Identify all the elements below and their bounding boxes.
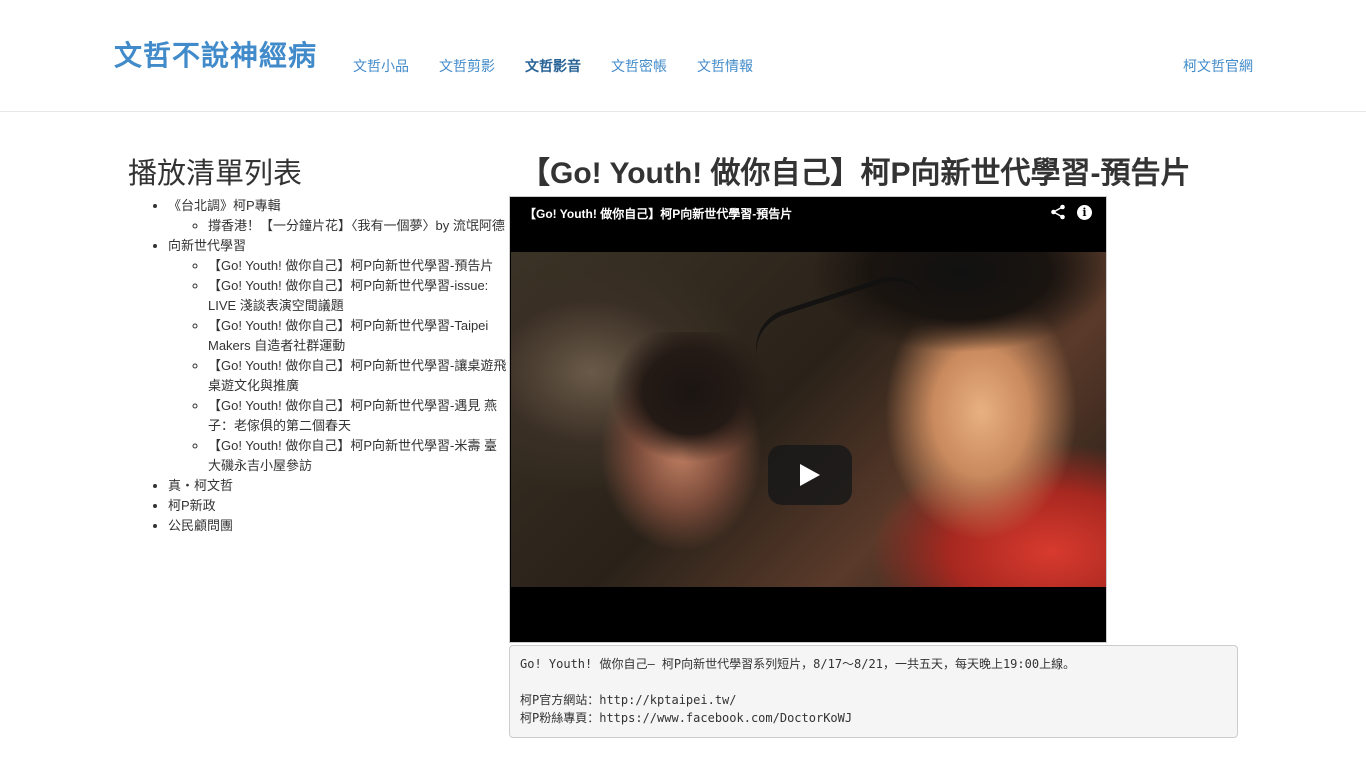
nav-link-photos[interactable]: 文哲剪影 [439, 56, 495, 76]
description-facebook-page[interactable]: 柯P粉絲專頁：https://www.facebook.com/DoctorKo… [520, 709, 1227, 727]
nav-link-accounts[interactable]: 文哲密帳 [611, 56, 667, 76]
playlist-group-link[interactable]: 柯P新政 [168, 498, 216, 513]
playlist-item: 【Go! Youth! 做你自己】柯P向新世代學習-預告片 [208, 256, 508, 276]
player-top-bar: 【Go! Youth! 做你自己】柯P向新世代學習-預告片 i [510, 197, 1106, 231]
play-button[interactable] [768, 445, 852, 505]
playlist-group: 《台北調》柯P專輯 撐香港！【一分鐘片花】〈我有一個夢〉by 流氓阿德 [168, 196, 508, 236]
playlist-item: 撐香港！【一分鐘片花】〈我有一個夢〉by 流氓阿德 [208, 216, 508, 236]
playlist-group-link[interactable]: 《台北調》柯P專輯 [168, 198, 281, 213]
playlist-group-link[interactable]: 向新世代學習 [168, 238, 246, 253]
video-page-title: 【Go! Youth! 做你自己】柯P向新世代學習-預告片 [520, 157, 1191, 190]
playlist-item: 【Go! Youth! 做你自己】柯P向新世代學習-讓桌遊飛 桌遊文化與推廣 [208, 356, 508, 396]
playlist-item-link[interactable]: 【Go! Youth! 做你自己】柯P向新世代學習-預告片 [208, 258, 493, 273]
playlist-group-link[interactable]: 公民顧問團 [168, 518, 233, 533]
playlist-group: 向新世代學習 【Go! Youth! 做你自己】柯P向新世代學習-預告片 【Go… [168, 236, 508, 476]
playlist-item-link[interactable]: 撐香港！【一分鐘片花】〈我有一個夢〉by 流氓阿德 [208, 218, 505, 233]
playlist-item: 【Go! Youth! 做你自己】柯P向新世代學習-遇見 燕子：老傢俱的第二個春… [208, 396, 508, 436]
playlist-group: 真・柯文哲 [168, 476, 508, 496]
playlist-group: 柯P新政 [168, 496, 508, 516]
playlist-group-link[interactable]: 真・柯文哲 [168, 478, 233, 493]
site-brand[interactable]: 文哲不說神經病 [114, 34, 317, 74]
playlist-item-link[interactable]: 【Go! Youth! 做你自己】柯P向新世代學習-issue: LIVE 淺談… [208, 278, 488, 313]
playlist-item-link[interactable]: 【Go! Youth! 做你自己】柯P向新世代學習-遇見 燕子：老傢俱的第二個春… [208, 398, 497, 433]
playlist-item: 【Go! Youth! 做你自己】柯P向新世代學習-米壽 臺大磯永吉小屋參訪 [208, 436, 508, 476]
playlist-list: 《台北調》柯P專輯 撐香港！【一分鐘片花】〈我有一個夢〉by 流氓阿德 向新世代… [148, 196, 508, 536]
video-frame[interactable] [511, 252, 1106, 587]
playlist-item-link[interactable]: 【Go! Youth! 做你自己】柯P向新世代學習-米壽 臺大磯永吉小屋參訪 [208, 438, 497, 473]
playlist-item: 【Go! Youth! 做你自己】柯P向新世代學習-issue: LIVE 淺談… [208, 276, 508, 316]
video-scene-shape [745, 266, 947, 413]
video-description: Go! Youth! 做你自己— 柯P向新世代學習系列短片，8/17〜8/21，… [509, 645, 1238, 738]
top-navbar: 文哲不說神經病 文哲小品 文哲剪影 文哲影音 文哲密帳 文哲情報 柯文哲官網 [0, 0, 1366, 112]
nav-link-videos[interactable]: 文哲影音 [525, 56, 581, 76]
info-icon[interactable]: i [1077, 205, 1092, 220]
video-scene-shape [611, 332, 771, 482]
nav-link-official-site[interactable]: 柯文哲官網 [1183, 56, 1253, 76]
player-video-title[interactable]: 【Go! Youth! 做你自己】柯P向新世代學習-預告片 [524, 205, 792, 222]
playlist-item-link[interactable]: 【Go! Youth! 做你自己】柯P向新世代學習-讓桌遊飛 桌遊文化與推廣 [208, 358, 506, 393]
playlist-item-link[interactable]: 【Go! Youth! 做你自己】柯P向新世代學習-Taipei Makers … [208, 318, 488, 353]
playlist-title: 播放清單列表 [128, 158, 303, 190]
play-icon [800, 464, 820, 486]
share-icon[interactable] [1050, 204, 1066, 220]
playlist-item: 【Go! Youth! 做你自己】柯P向新世代學習-Taipei Makers … [208, 316, 508, 356]
playlist-group: 公民顧問團 [168, 516, 508, 536]
description-official-site[interactable]: 柯P官方網站：http://kptaipei.tw/ [520, 691, 1227, 709]
description-line [520, 673, 1227, 691]
nav-link-snippets[interactable]: 文哲小品 [353, 56, 409, 76]
nav-link-news[interactable]: 文哲情報 [697, 56, 753, 76]
description-line: Go! Youth! 做你自己— 柯P向新世代學習系列短片，8/17〜8/21，… [520, 657, 1076, 671]
video-player[interactable]: 【Go! Youth! 做你自己】柯P向新世代學習-預告片 i [509, 196, 1107, 643]
